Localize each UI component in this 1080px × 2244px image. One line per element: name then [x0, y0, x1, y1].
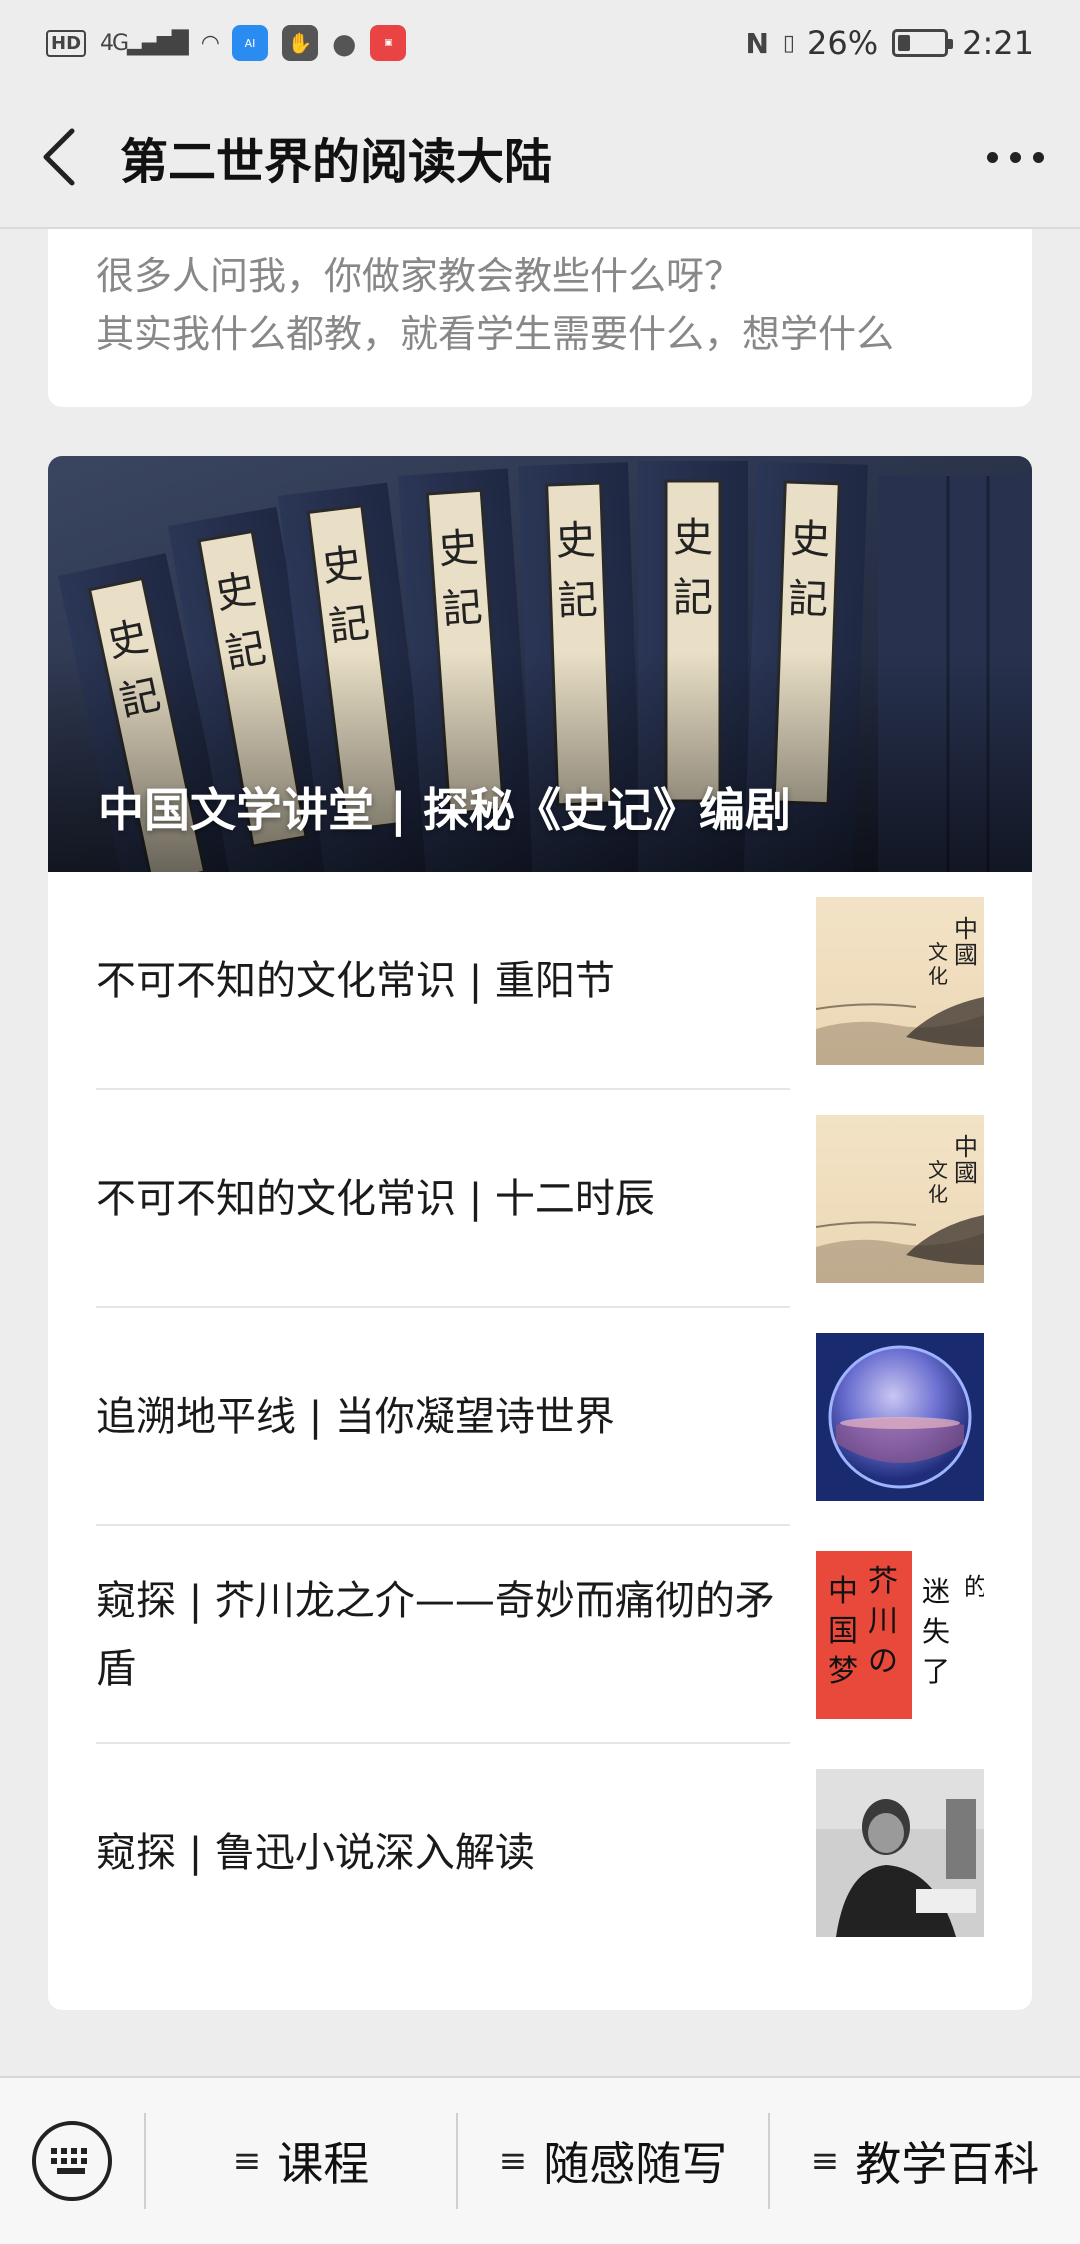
list-item[interactable]: 不可不知的文化常识 | 重阳节 中 國 文 化: [96, 872, 984, 1090]
cover-article[interactable]: 史 記 史 記 史 記 史: [48, 456, 1032, 872]
svg-text:了: 了: [922, 1655, 950, 1688]
hand-notification-icon: ✋: [281, 25, 318, 61]
svg-text:失: 失: [922, 1615, 950, 1648]
dot-icon: [1009, 151, 1021, 163]
svg-text:記: 記: [557, 577, 599, 624]
list-item[interactable]: 窥探 | 芥川龙之介——奇妙而痛彻的矛盾 中 国 梦 芥 川 の 迷 失 了 的: [96, 1526, 984, 1744]
dot-icon: [986, 151, 998, 163]
cellular-signal-icon: 4G▂▄▆█: [100, 30, 189, 56]
svg-text:史: 史: [673, 515, 713, 561]
more-options-button[interactable]: [950, 86, 1080, 228]
svg-text:的: 的: [964, 1573, 984, 1601]
article-group-card: 史 記 史 記 史 記 史: [48, 456, 1032, 2010]
cover-article-title: 中国文学讲堂 | 探秘《史记》编剧: [98, 783, 791, 837]
article-title: 不可不知的文化常识 | 重阳节: [96, 958, 615, 1004]
clock: 2:21: [962, 24, 1034, 62]
svg-text:記: 記: [441, 584, 484, 633]
menu-item-label: 课程: [277, 2137, 370, 2191]
svg-text:文: 文: [928, 940, 948, 964]
menu-item-encyclopedia[interactable]: ≡ 教学百科: [770, 2077, 1080, 2244]
article-preview-card[interactable]: 很多人问我，你做家教会教些什么呀？ 其实我什么都教，就看学生需要什么，想学什么: [48, 229, 1032, 407]
menu-lines-icon: ≡: [498, 2141, 528, 2181]
list-item[interactable]: 不可不知的文化常识 | 十二时辰 中 國 文 化: [96, 1090, 984, 1308]
article-thumbnail: [816, 1769, 984, 1937]
svg-text:化: 化: [928, 964, 948, 988]
article-preview-line-2: 其实我什么都教，就看学生需要什么，想学什么: [96, 312, 895, 356]
menu-lines-icon: ≡: [232, 2141, 262, 2181]
status-bar-right: N ▯ 26% 2:21: [745, 24, 1034, 62]
svg-text:中: 中: [828, 1574, 858, 1609]
list-item[interactable]: 窥探 | 鲁迅小说深入解读: [96, 1744, 984, 1962]
svg-text:化: 化: [928, 1182, 948, 1206]
vibrate-icon: ▯: [782, 30, 795, 56]
app-notification-icon: AI: [231, 25, 268, 61]
battery-percent: 26%: [807, 24, 879, 62]
svg-text:記: 記: [327, 600, 372, 651]
svg-text:史: 史: [789, 516, 831, 563]
glass-globe-image: [828, 1345, 972, 1489]
svg-text:記: 記: [673, 575, 713, 621]
article-thumbnail: 中 國 文 化: [816, 897, 984, 1065]
menu-item-essays[interactable]: ≡ 随感随写: [458, 2077, 768, 2244]
svg-text:迷: 迷: [922, 1575, 950, 1608]
battery-level-fill: [898, 35, 910, 51]
svg-text:中: 中: [954, 1133, 978, 1161]
svg-text:史: 史: [212, 566, 259, 618]
svg-text:の: の: [868, 1644, 898, 1679]
wifi-icon: ◠: [200, 30, 220, 56]
svg-text:國: 國: [954, 1159, 978, 1187]
portrait-photo-image: [816, 1769, 984, 1937]
dot-icon: [1032, 151, 1044, 163]
keyboard-icon: [32, 2121, 112, 2201]
shop-notification-icon: ▣: [370, 25, 407, 61]
article-thumbnail: 中 国 梦 芥 川 の 迷 失 了 的: [816, 1551, 984, 1719]
svg-text:記: 記: [787, 576, 829, 623]
menu-item-courses[interactable]: ≡ 课程: [146, 2077, 456, 2244]
menu-item-label: 随感随写: [543, 2137, 728, 2191]
page-title: 第二世界的阅读大陆: [120, 134, 553, 190]
menu-item-label: 教学百科: [855, 2137, 1040, 2191]
back-button[interactable]: [0, 86, 120, 228]
svg-text:国: 国: [828, 1614, 858, 1649]
ink-landscape-image: 中 國 文 化: [816, 1133, 984, 1283]
message-bubble-icon: ●: [331, 26, 357, 60]
top-nav-bar: 第二世界的阅读大陆: [0, 86, 1080, 228]
svg-text:國: 國: [954, 941, 978, 969]
svg-text:史: 史: [437, 525, 480, 574]
svg-text:史: 史: [319, 540, 364, 591]
chevron-left-icon: [43, 128, 75, 186]
article-title: 不可不知的文化常识 | 十二时辰: [96, 1176, 655, 1222]
nfc-icon: N: [745, 26, 769, 60]
svg-text:川: 川: [868, 1604, 898, 1639]
article-list: 不可不知的文化常识 | 重阳节 中 國 文 化 不可不知的文化常识 | 十二时辰: [48, 872, 1032, 1962]
svg-text:中: 中: [954, 915, 978, 943]
status-bar-left: HD 4G▂▄▆█ ◠ AI ✋ ● ▣: [46, 25, 407, 61]
network-type: 4G: [100, 30, 129, 56]
calligraphy-poster-image: 中 国 梦 芥 川 の 迷 失 了 的: [816, 1551, 984, 1719]
bottom-menu-bar: ≡ 课程 ≡ 随感随写 ≡ 教学百科: [0, 2076, 1080, 2244]
hd-badge: HD: [46, 29, 87, 57]
status-bar: HD 4G▂▄▆█ ◠ AI ✋ ● ▣ N ▯ 26% 2:21: [0, 0, 1080, 86]
menu-lines-icon: ≡: [810, 2141, 840, 2181]
svg-text:史: 史: [555, 517, 597, 564]
article-preview-line-1: 很多人问我，你做家教会教些什么呀？: [96, 254, 743, 298]
battery-icon: [892, 29, 954, 57]
keyboard-toggle-button[interactable]: [0, 2077, 144, 2244]
ink-landscape-image: 中 國 文 化: [816, 915, 984, 1065]
svg-text:文: 文: [928, 1158, 948, 1182]
svg-text:梦: 梦: [828, 1654, 858, 1689]
svg-text:芥: 芥: [868, 1564, 898, 1599]
article-thumbnail: [816, 1333, 984, 1501]
list-item[interactable]: 追溯地平线 | 当你凝望诗世界: [96, 1308, 984, 1526]
article-title: 追溯地平线 | 当你凝望诗世界: [96, 1394, 615, 1440]
article-thumbnail: 中 國 文 化: [816, 1115, 984, 1283]
article-title: 窥探 | 芥川龙之介——奇妙而痛彻的矛盾: [96, 1578, 775, 1692]
article-title: 窥探 | 鲁迅小说深入解读: [96, 1830, 535, 1876]
